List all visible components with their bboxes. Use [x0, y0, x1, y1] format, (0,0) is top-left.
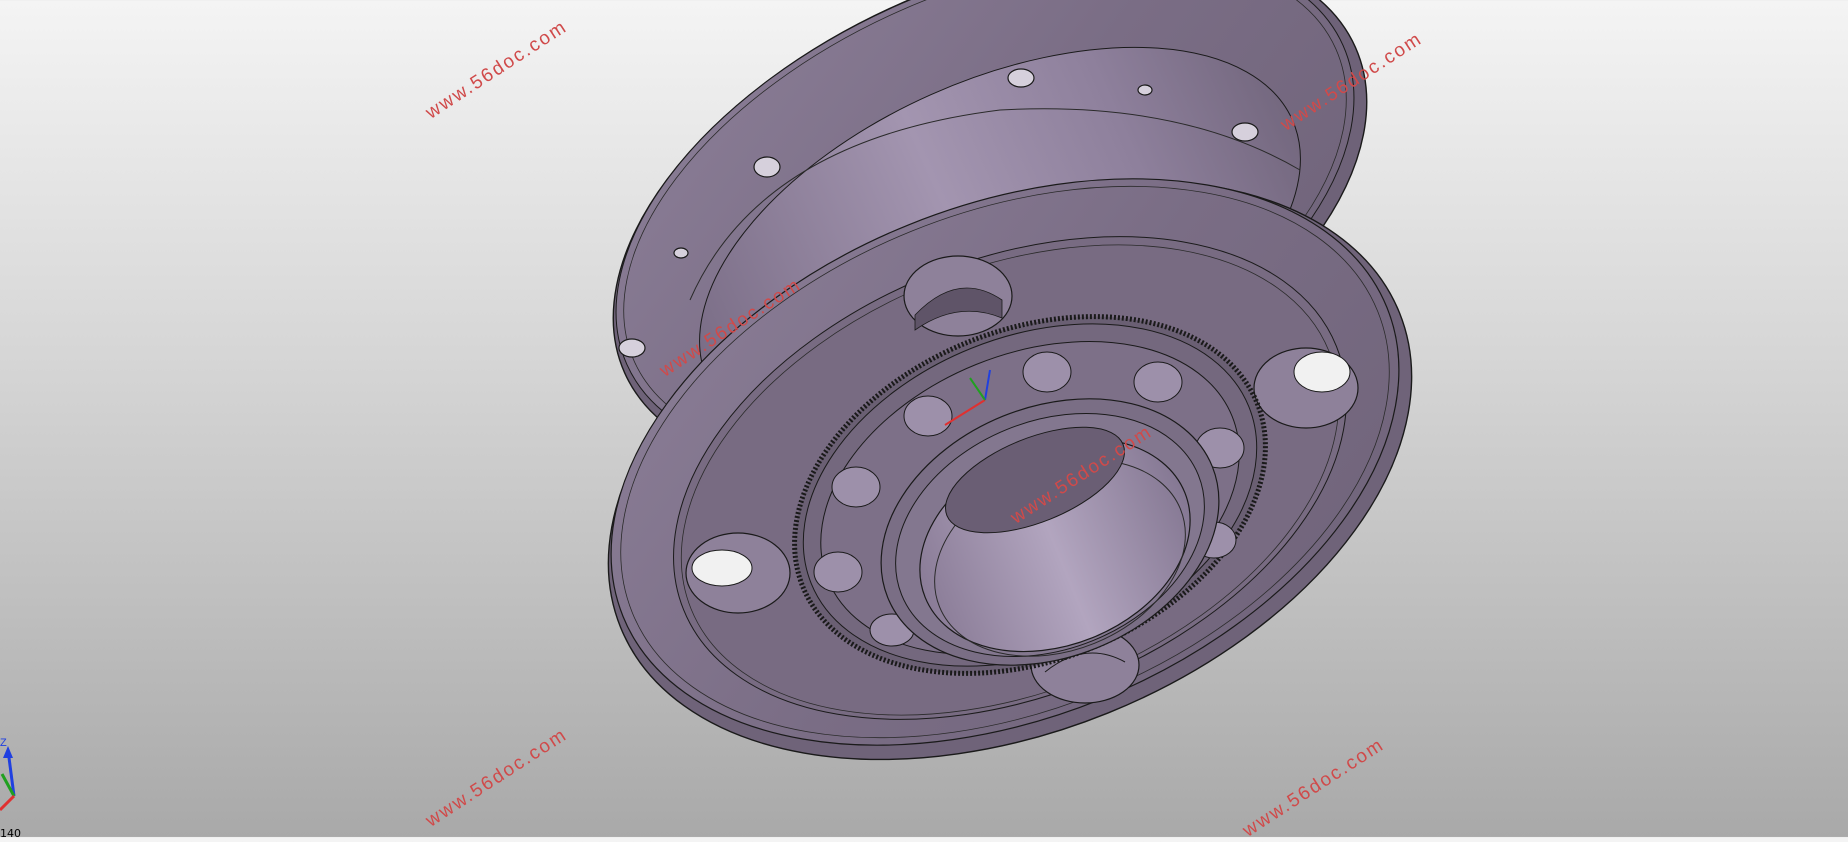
3d-viewport[interactable]: www.56doc.com www.56doc.com www.56doc.co…: [0, 0, 1848, 841]
triad-z-label: Z: [0, 737, 7, 749]
view-orientation-triad[interactable]: Z: [0, 736, 30, 826]
triad-x-axis: [0, 794, 16, 812]
scale-readout: 140: [0, 827, 21, 840]
cad-model[interactable]: [0, 0, 1848, 837]
